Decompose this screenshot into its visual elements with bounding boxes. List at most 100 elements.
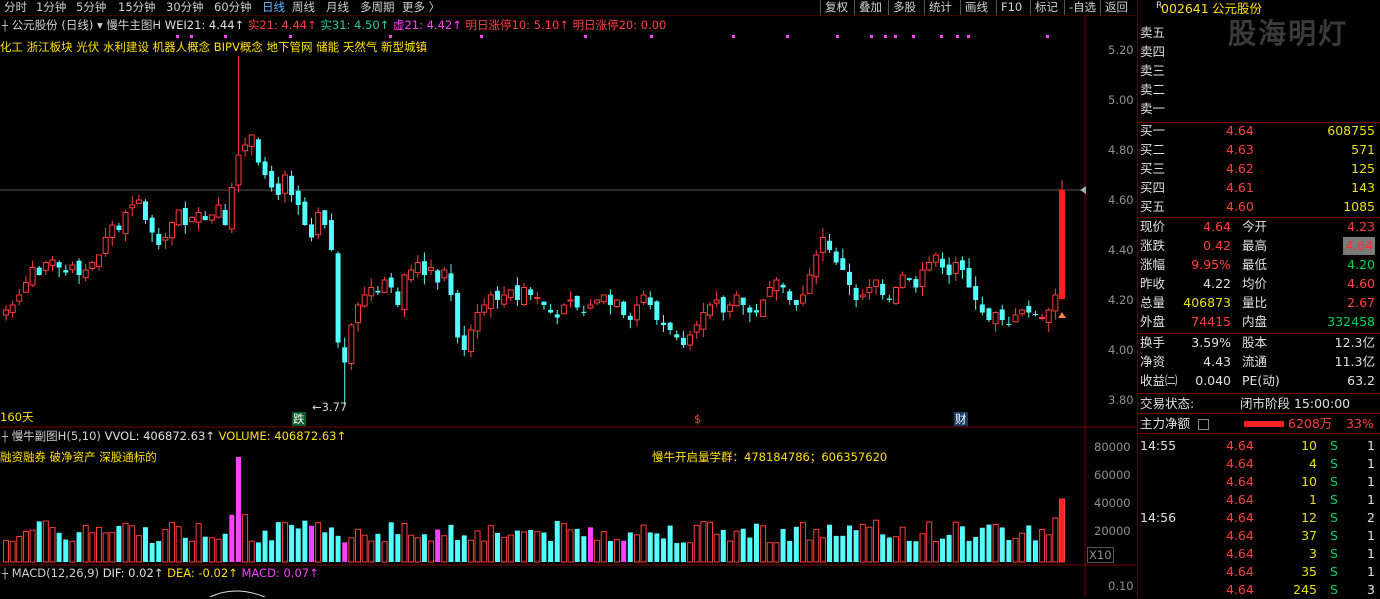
candle [607,294,613,305]
draw-line-button[interactable]: 画线 [960,0,992,15]
tick-side: S [1330,492,1338,507]
bid-row[interactable]: 买五 4.60 1085 [1138,198,1380,216]
tab-60min[interactable]: 60分钟 [214,0,252,15]
tick-row: 14:56 4.64 12 S 2 [1138,509,1380,527]
volume-bar [235,457,241,562]
volume-bar [853,530,859,562]
candle [952,262,959,274]
bid-volume: 571 [1351,142,1375,157]
tab-15min[interactable]: 15分钟 [118,0,156,15]
bid-row[interactable]: 买四 4.61 143 [1138,179,1380,197]
candle [819,237,826,253]
f10-button[interactable]: F10 [996,0,1026,15]
tab-daily[interactable]: 日线 [262,0,285,15]
volume-bar [726,540,733,563]
bid-price: 4.60 [1226,199,1254,214]
signal-dot [190,35,193,38]
volume-bar [760,525,767,563]
volume-bar [169,521,176,563]
volume-bar [202,536,208,562]
candle [640,294,647,304]
candle [322,210,328,225]
candle [335,253,341,343]
volume-bar [740,528,746,562]
bid-row[interactable]: 买三 4.62 125 [1138,160,1380,178]
stats-button[interactable]: 统计 [924,0,956,15]
volume-bar [182,537,188,562]
flow-toggle-icon[interactable] [1198,419,1209,430]
tab-monthly[interactable]: 月线 [326,0,349,15]
fund-value: 12.3亿 [1334,335,1375,350]
volume-bar [487,525,494,563]
bid-row[interactable]: 买二 4.63 571 [1138,141,1380,159]
price-tick: 5.20 [1108,43,1134,57]
candle [880,283,886,295]
volume-bar [661,538,667,562]
tick-price: 4.64 [1226,474,1254,489]
stat-value: 4.20 [1347,257,1375,272]
candle [76,260,82,275]
stat-value: 332458 [1327,314,1375,329]
tab-fenshi[interactable]: 分时 [4,0,27,15]
tab-weekly[interactable]: 周线 [292,0,315,15]
fuquan-button[interactable]: 复权 [820,0,852,15]
sub-indicator-name[interactable]: 慢牛副图H(5,10) [12,429,101,443]
candle [428,267,435,272]
volume-bar [574,528,580,562]
watchlist-button[interactable]: -自选 [1064,0,1100,15]
tick-volume: 10 [1301,474,1317,489]
tab-1min[interactable]: 1分钟 [36,0,66,15]
fund-row: 净资 4.43 流通 11.3亿 [1138,353,1380,371]
volume-bar [1012,537,1019,563]
volume-bar [122,522,129,563]
fund-value: 4.43 [1203,354,1231,369]
candle [932,254,939,263]
ask-row[interactable]: 卖五 [1138,24,1380,42]
candle [514,285,520,300]
fund-label: 流通 [1242,354,1268,369]
volume-bar [720,529,726,562]
signal-dot [956,35,959,38]
ask-row[interactable]: 卖四 [1138,43,1380,61]
volume-bar [846,525,852,562]
candle [135,199,142,205]
tick-volume: 35 [1301,564,1317,579]
volume-bar [614,539,621,563]
mark-button[interactable]: 标记 [1030,0,1062,15]
overlay-button[interactable]: 叠加 [854,0,886,15]
multi-stock-button[interactable]: 多股 [888,0,920,15]
trade-status-value: 闭市阶段 15:00:00 [1240,396,1351,411]
ask-row[interactable]: 卖三 [1138,62,1380,80]
candle [182,208,188,225]
main-flow-label: 主力净额 [1140,416,1191,431]
kline-chart-area[interactable] [0,15,1136,597]
tab-more[interactable]: 更多 〉 [402,0,440,15]
candle [149,217,155,233]
stat-value: 74415 [1191,314,1231,329]
candle [255,139,261,163]
stat-label: 现价 [1140,219,1166,234]
fund-label: 净资 [1140,354,1166,369]
candle [1026,305,1032,313]
candle [487,294,494,310]
ask-row[interactable]: 卖一 [1138,100,1380,118]
candle [302,201,308,225]
volume-bar [627,532,633,562]
bid-row[interactable]: 买一 4.64 608755 [1138,122,1380,140]
volume-bar [733,530,740,563]
volume-bar [315,522,322,563]
macd-indicator-name[interactable]: MACD(12,26,9) [12,566,99,580]
price-tick: 4.60 [1108,193,1134,207]
back-button[interactable]: 返回 [1100,0,1132,15]
candle [202,216,208,220]
ask-row[interactable]: 卖二 [1138,81,1380,99]
candle [992,312,999,325]
volume-bar [414,537,421,563]
volume-bar [806,539,813,563]
tab-30min[interactable]: 30分钟 [166,0,204,15]
candle [667,322,673,330]
tab-multi-period[interactable]: 多周期 [360,0,395,15]
stat-value: 4.60 [1347,276,1375,291]
tab-5min[interactable]: 5分钟 [76,0,106,15]
candle [534,297,541,299]
